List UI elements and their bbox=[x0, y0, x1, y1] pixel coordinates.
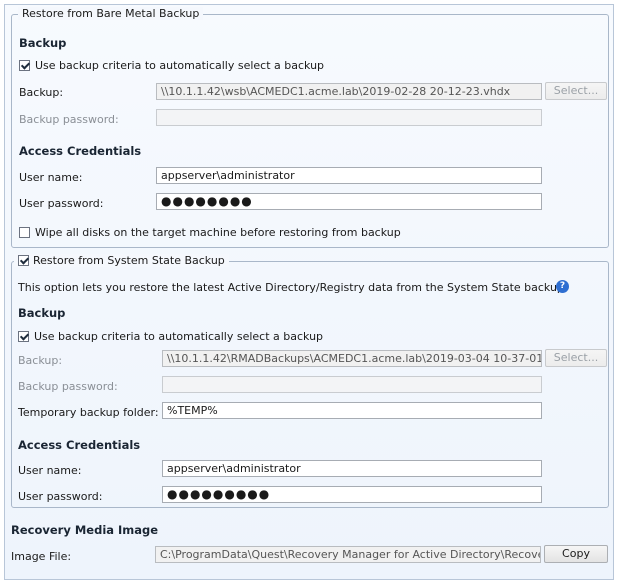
system-state-credentials-heading: Access Credentials bbox=[18, 438, 141, 452]
system-state-select-button[interactable]: Select... bbox=[545, 349, 607, 367]
system-state-group-legend: Restore from System State Backup bbox=[14, 254, 229, 267]
bare-metal-backup-field[interactable]: \\10.1.1.42\wsb\ACMEDC1.acme.lab\2019-02… bbox=[156, 83, 542, 100]
recovery-media-heading: Recovery Media Image bbox=[11, 523, 159, 537]
system-state-title: Restore from System State Backup bbox=[33, 254, 225, 267]
bare-metal-backup-heading: Backup bbox=[19, 36, 67, 50]
bare-metal-select-button[interactable]: Select... bbox=[545, 82, 607, 100]
bare-metal-username-field[interactable]: appserver\administrator bbox=[156, 167, 542, 184]
image-file-label: Image File: bbox=[11, 550, 72, 563]
bare-metal-group: Restore from Bare Metal Backup Backup Us… bbox=[11, 7, 609, 248]
system-state-backup-label: Backup: bbox=[18, 354, 63, 367]
system-state-username-label: User name: bbox=[18, 464, 82, 477]
restore-options-panel: Restore from Bare Metal Backup Backup Us… bbox=[4, 4, 614, 580]
system-state-description: This option lets you restore the latest … bbox=[18, 281, 568, 294]
checkbox-unchecked-icon[interactable] bbox=[19, 227, 30, 238]
bare-metal-use-criteria-label: Use backup criteria to automatically sel… bbox=[35, 59, 325, 72]
bare-metal-userpassword-label: User password: bbox=[19, 197, 104, 210]
checkbox-checked-icon[interactable] bbox=[18, 331, 29, 342]
bare-metal-userpassword-field[interactable]: ●●●●●●●● bbox=[156, 193, 542, 210]
bare-metal-use-criteria-checkbox[interactable]: Use backup criteria to automatically sel… bbox=[19, 59, 324, 72]
checkbox-checked-icon[interactable] bbox=[19, 60, 30, 71]
system-state-password-field[interactable] bbox=[162, 376, 542, 393]
bare-metal-password-field[interactable] bbox=[156, 109, 542, 126]
copy-button[interactable]: Copy bbox=[544, 545, 608, 563]
system-state-backup-heading: Backup bbox=[18, 306, 66, 320]
system-state-username-field[interactable]: appserver\administrator bbox=[162, 460, 542, 477]
bare-metal-title: Restore from Bare Metal Backup bbox=[22, 7, 200, 20]
bare-metal-credentials-heading: Access Credentials bbox=[19, 144, 142, 158]
bare-metal-wipe-label: Wipe all disks on the target machine bef… bbox=[35, 226, 401, 239]
bare-metal-username-label: User name: bbox=[19, 171, 83, 184]
system-state-userpassword-field[interactable]: ●●●●●●●●● bbox=[162, 486, 542, 503]
system-state-use-criteria-checkbox[interactable]: Use backup criteria to automatically sel… bbox=[18, 330, 323, 343]
system-state-temp-folder-label: Temporary backup folder: bbox=[18, 406, 159, 419]
system-state-userpassword-label: User password: bbox=[18, 490, 103, 503]
bare-metal-backup-label: Backup: bbox=[19, 86, 64, 99]
bare-metal-password-label: Backup password: bbox=[19, 113, 119, 126]
system-state-temp-folder-field[interactable]: %TEMP% bbox=[162, 402, 542, 419]
bare-metal-wipe-checkbox[interactable]: Wipe all disks on the target machine bef… bbox=[19, 226, 401, 239]
system-state-password-label: Backup password: bbox=[18, 380, 118, 393]
system-state-use-criteria-label: Use backup criteria to automatically sel… bbox=[34, 330, 324, 343]
help-icon[interactable]: ? bbox=[556, 280, 569, 293]
system-state-backup-field[interactable]: \\10.1.1.42\RMADBackups\ACMEDC1.acme.lab… bbox=[162, 350, 542, 367]
image-file-field[interactable]: C:\ProgramData\Quest\Recovery Manager fo… bbox=[155, 546, 541, 563]
system-state-group: Restore from System State Backup This op… bbox=[11, 254, 609, 508]
system-state-enable-checkbox[interactable] bbox=[18, 255, 29, 266]
bare-metal-group-legend: Restore from Bare Metal Backup bbox=[18, 7, 204, 20]
